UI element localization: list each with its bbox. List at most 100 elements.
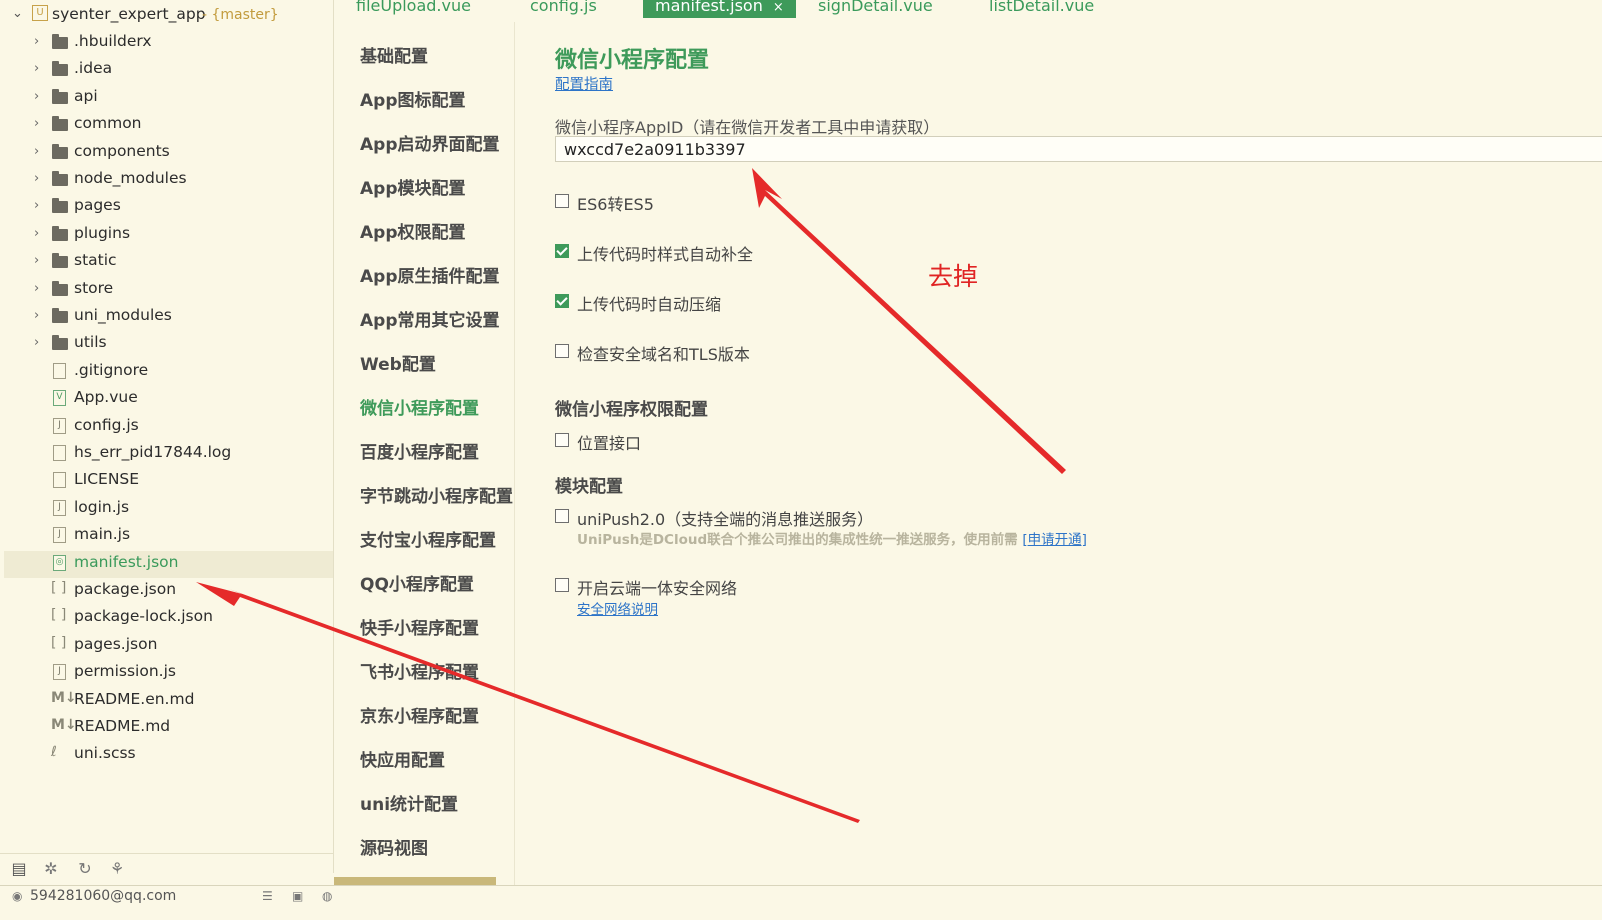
nav-item[interactable]: 基础配置 (360, 42, 428, 67)
nav-item[interactable]: 飞书小程序配置 (360, 658, 479, 683)
tree-file[interactable]: Jpermission.js (4, 660, 333, 687)
close-icon[interactable]: × (773, 0, 784, 15)
editor-tab[interactable]: listDetail.vue (989, 0, 1094, 18)
project-manager-icon[interactable]: ▤ (8, 858, 30, 880)
chevron-right-icon[interactable]: › (34, 34, 39, 49)
tree-file[interactable]: M↓ README.en.md (4, 688, 333, 715)
tree-file[interactable]: [ ] package.json (4, 578, 333, 605)
tree-folder[interactable]: › .hbuilderx (4, 30, 333, 57)
debug-icon[interactable]: ✲ (40, 858, 62, 880)
chevron-right-icon[interactable]: › (34, 281, 39, 296)
tree-folder[interactable]: › store (4, 277, 333, 304)
chevron-right-icon[interactable]: › (34, 253, 39, 268)
nav-item[interactable]: 京东小程序配置 (360, 702, 479, 727)
nav-item[interactable]: 字节跳动小程序配置 (360, 482, 513, 507)
terminal-icon[interactable]: ▣ (292, 889, 303, 903)
nav-item[interactable]: App图标配置 (360, 86, 466, 111)
chevron-right-icon[interactable]: › (34, 335, 39, 350)
chevron-right-icon[interactable]: › (34, 144, 39, 159)
option-checkbox[interactable] (555, 194, 569, 208)
chevron-right-icon[interactable]: › (34, 171, 39, 186)
nav-item[interactable]: App权限配置 (360, 218, 466, 243)
chevron-right-icon[interactable]: › (34, 61, 39, 76)
option-checkbox[interactable] (555, 244, 569, 258)
tree-file[interactable]: [ ] pages.json (4, 633, 333, 660)
markdown-icon: M↓ (51, 689, 77, 706)
tree-item-label: api (74, 86, 98, 105)
tree-folder[interactable]: › plugins (4, 222, 333, 249)
tree-folder[interactable]: › common (4, 112, 333, 139)
chevron-down-icon[interactable]: ⌄ (12, 6, 23, 21)
tree-file[interactable]: Jconfig.js (4, 414, 333, 441)
nav-item[interactable]: App常用其它设置 (360, 306, 500, 331)
editor-tab[interactable]: manifest.json × (643, 0, 796, 18)
nav-item[interactable]: App启动界面配置 (360, 130, 500, 155)
option-checkbox[interactable] (555, 344, 569, 358)
option-checkbox[interactable] (555, 294, 569, 308)
refresh-icon[interactable]: ↻ (74, 858, 96, 880)
tree-folder[interactable]: › api (4, 85, 333, 112)
nav-item[interactable]: 微信小程序配置 (360, 394, 479, 419)
nav-item[interactable]: QQ小程序配置 (360, 570, 474, 595)
security-network-link[interactable]: 安全网络说明 (577, 598, 658, 618)
nav-item[interactable]: 快应用配置 (360, 746, 445, 771)
plugin-icon[interactable]: ⚘ (106, 858, 128, 880)
tree-folder[interactable]: › node_modules (4, 167, 333, 194)
chevron-right-icon[interactable]: › (34, 116, 39, 131)
config-guide-link[interactable]: 配置指南 (555, 73, 613, 94)
folder-icon (50, 87, 70, 107)
chevron-right-icon[interactable]: › (34, 226, 39, 241)
nav-item[interactable]: App原生插件配置 (360, 262, 500, 287)
tree-file[interactable]: .gitignore (4, 359, 333, 386)
location-checkbox[interactable] (555, 433, 569, 447)
list-icon[interactable]: ☰ (262, 889, 273, 903)
nav-item[interactable]: Web配置 (360, 350, 436, 375)
account-icon[interactable]: ◉ (12, 889, 22, 903)
tree-folder[interactable]: › uni_modules (4, 304, 333, 331)
editor-tab[interactable]: fileUpload.vue (356, 0, 471, 18)
nav-item[interactable]: 源码视图 (360, 834, 428, 859)
tree-folder[interactable]: › pages (4, 194, 333, 221)
chevron-right-icon[interactable]: › (34, 198, 39, 213)
annotation-text: 去掉 (928, 262, 979, 291)
section-title: 微信小程序配置 (555, 48, 710, 73)
tree-folder[interactable]: › .idea (4, 57, 333, 84)
tree-item-label: uni_modules (74, 306, 172, 324)
tree-file[interactable]: V App.vue (4, 386, 333, 413)
tree-file[interactable]: ℓ uni.scss (4, 742, 333, 769)
nav-item[interactable]: 快手小程序配置 (360, 614, 479, 639)
tree-item-label: common (74, 114, 142, 133)
chevron-right-icon[interactable]: › (34, 89, 39, 104)
tree-file[interactable]: hs_err_pid17844.log (4, 441, 333, 468)
nav-item[interactable]: App模块配置 (360, 174, 466, 199)
js-file-icon: J (50, 416, 70, 436)
tree-folder[interactable]: › utils (4, 331, 333, 358)
nav-scrollbar[interactable] (334, 877, 496, 885)
unipush-apply-link[interactable]: [申请开通] (1022, 532, 1087, 548)
js-file-icon: J (50, 525, 70, 545)
tree-file[interactable]: Jmain.js (4, 523, 333, 550)
nav-item[interactable]: 支付宝小程序配置 (360, 526, 496, 551)
tree-item-label: uni.scss (74, 744, 136, 763)
chevron-right-icon[interactable]: › (34, 308, 39, 323)
tree-file[interactable]: ◎ manifest.json (4, 550, 333, 578)
tree-file[interactable]: LICENSE (4, 468, 333, 495)
tree-file[interactable]: [ ] package-lock.json (4, 605, 333, 632)
nav-item[interactable]: 百度小程序配置 (360, 438, 479, 463)
tree-file[interactable]: M↓ README.md (4, 715, 333, 742)
appid-input[interactable] (555, 136, 1602, 162)
tree-folder[interactable]: › static (4, 249, 333, 276)
editor-tab[interactable]: signDetail.vue (818, 0, 933, 18)
editor-tab[interactable]: config.js (530, 0, 597, 18)
tree-item-label: components (74, 141, 170, 160)
tree-file[interactable]: Jlogin.js (4, 496, 333, 523)
file-tree-panel: ⌄ U syenter_expert_app - {master} › .hbui… (0, 0, 334, 886)
nav-item[interactable]: uni统计配置 (360, 790, 458, 815)
unipush-checkbox[interactable] (555, 509, 569, 523)
tree-item-label: main.js (74, 525, 131, 544)
security-network-checkbox[interactable] (555, 578, 569, 592)
git-branch-label: - {master} (202, 7, 279, 23)
globe-icon[interactable]: ◍ (322, 889, 332, 903)
tree-folder[interactable]: › components (4, 140, 333, 167)
account-email[interactable]: 594281060@qq.com (30, 888, 176, 904)
